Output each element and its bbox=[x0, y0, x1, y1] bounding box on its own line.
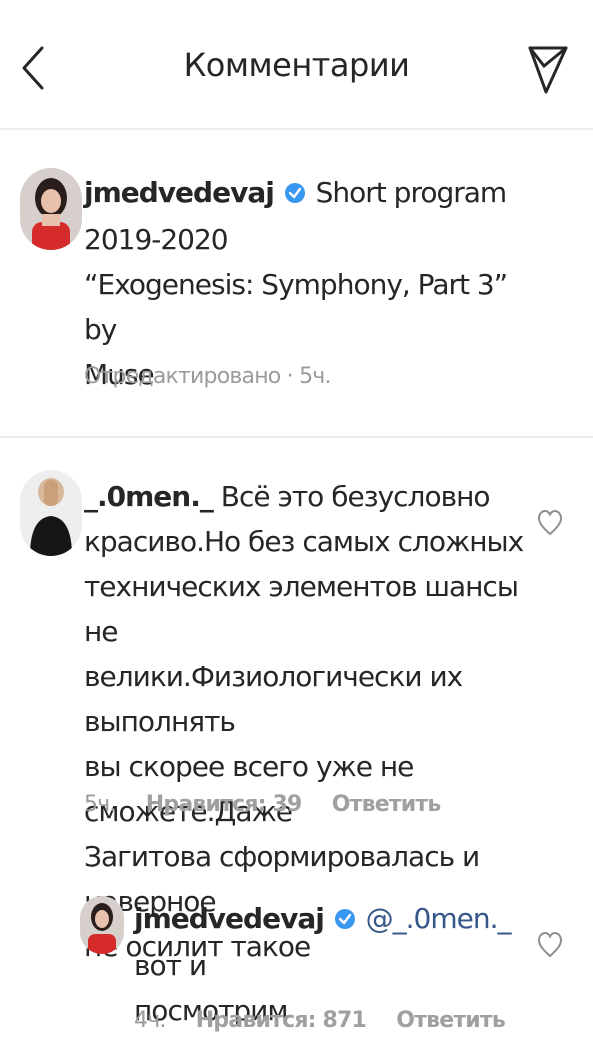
share-button[interactable] bbox=[526, 40, 570, 100]
verified-badge-icon bbox=[284, 172, 306, 217]
reply-username[interactable]: jmedvedevaj bbox=[134, 902, 325, 935]
comment-line: велики.Физиологически их выполнять bbox=[84, 660, 463, 738]
likes-count[interactable]: Нравится: 871 bbox=[196, 1008, 367, 1033]
user-photo bbox=[80, 896, 124, 954]
like-button[interactable] bbox=[537, 930, 563, 960]
avatar[interactable] bbox=[80, 896, 124, 954]
likes-count[interactable]: Нравится: 39 bbox=[146, 792, 303, 817]
caption-meta: Отредактировано · 5ч. bbox=[84, 364, 331, 389]
comment-time: 5ч. bbox=[84, 792, 116, 817]
reply-button[interactable]: Ответить bbox=[332, 792, 442, 817]
caption-username[interactable]: jmedvedevaj bbox=[84, 176, 275, 209]
user-photo bbox=[20, 168, 82, 250]
comment-text: _.0men._ Всё это безусловно красиво.Но б… bbox=[84, 474, 534, 969]
divider bbox=[0, 436, 593, 438]
like-button[interactable] bbox=[537, 508, 563, 538]
header-bar: Комментарии bbox=[0, 0, 593, 130]
paper-plane-icon bbox=[528, 46, 568, 94]
caption-line: “Exogenesis: Symphony, Part 3” by bbox=[84, 267, 508, 346]
comment-line: Всё это безусловно bbox=[220, 480, 491, 513]
avatar[interactable] bbox=[20, 168, 82, 250]
comment-line: красиво.Но без самых сложных bbox=[84, 525, 524, 558]
caption-time: 5ч. bbox=[299, 364, 331, 389]
reply-line: вот и bbox=[134, 948, 207, 982]
heart-icon bbox=[537, 931, 563, 958]
caption-line: 2019-2020 bbox=[84, 222, 229, 256]
heart-icon bbox=[537, 509, 563, 536]
mention-link[interactable]: @_.0men._ bbox=[366, 902, 512, 935]
reply-meta: 4ч. Нравится: 871 Ответить bbox=[134, 1008, 529, 1033]
avatar[interactable] bbox=[20, 470, 82, 556]
reply-button[interactable]: Ответить bbox=[396, 1008, 506, 1033]
page-title: Комментарии bbox=[183, 46, 410, 84]
caption-line: Short program bbox=[315, 176, 508, 209]
edited-label: Отредактировано bbox=[84, 364, 281, 389]
user-photo bbox=[20, 470, 82, 556]
comment-meta: 5ч. Нравится: 39 Ответить bbox=[84, 792, 464, 817]
comment-line: технических элементов шансы не bbox=[84, 570, 519, 648]
verified-badge-icon bbox=[334, 898, 356, 943]
meta-separator: · bbox=[286, 364, 294, 389]
caption-text: jmedvedevaj Short program 2019-2020 “Exo… bbox=[84, 170, 524, 397]
comment-username[interactable]: _.0men._ bbox=[84, 480, 214, 513]
reply-time: 4ч. bbox=[134, 1008, 166, 1033]
